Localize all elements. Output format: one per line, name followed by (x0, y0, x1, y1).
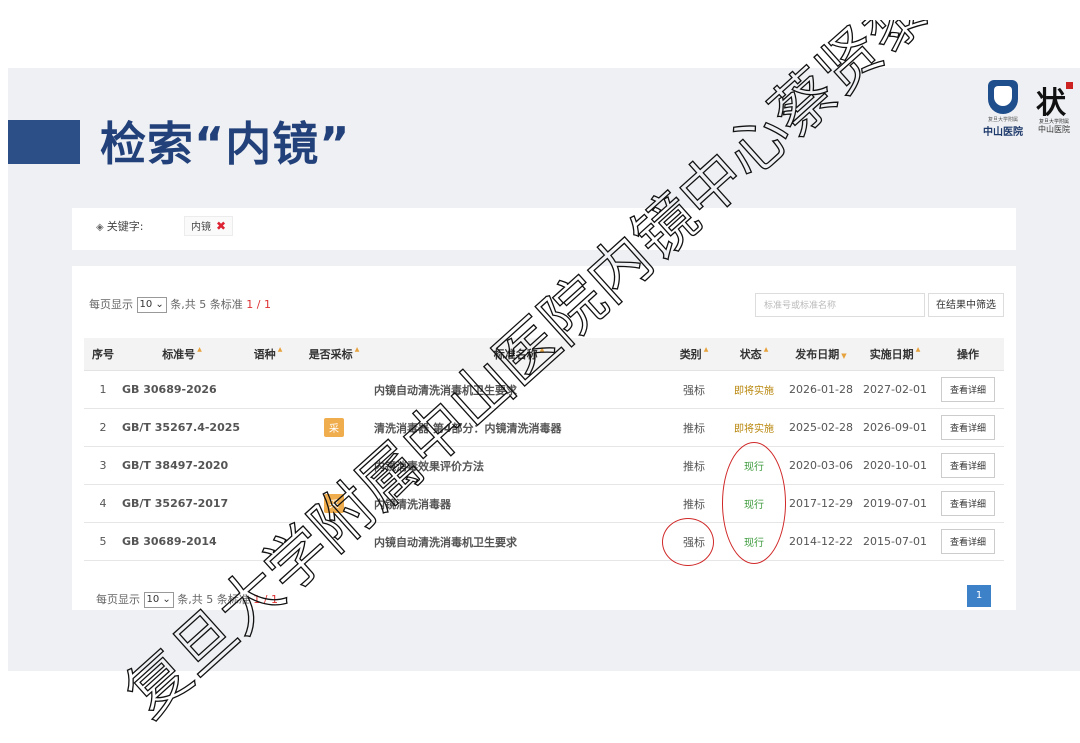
standard-code-link[interactable]: GB 30689-2014 (122, 522, 242, 561)
close-icon[interactable]: ✖ (216, 219, 226, 233)
slide-title: 检索“内镜” (100, 117, 351, 171)
standard-code-link[interactable]: GB 30689-2026 (122, 370, 242, 409)
title-accent-bar (8, 120, 80, 164)
filter-button[interactable]: 在结果中筛选 (928, 293, 1004, 317)
pager-bottom: 每页显示 10 ⌄ 条,共 5 条标准 1 / 1 (96, 592, 278, 608)
header-lang[interactable]: 语种 (242, 338, 294, 371)
standard-code-link[interactable]: GB/T 38497-2020 (122, 446, 242, 485)
keyword-panel: ◈ 关键字: 内镜 ✖ (72, 208, 1016, 250)
table-row: 3 GB/T 38497-2020 内镜消毒效果评价方法 推标 现行 2020-… (84, 446, 1004, 485)
header-publish-date[interactable]: 发布日期 (784, 338, 858, 371)
view-detail-button[interactable]: 查看详细 (940, 453, 995, 478)
keyword-tag: 内镜 ✖ (184, 216, 234, 236)
search-input[interactable]: 标准号或标准名称 (755, 293, 925, 317)
standard-code-link[interactable]: GB/T 35267.4-2025 (122, 408, 242, 447)
table-row: 2 GB/T 35267.4-2025 采 清洗消毒器 第4部分：内镜清洗消毒器… (84, 408, 1004, 447)
results-panel: 每页显示 10 ⌄ 条,共 5 条标准 1 / 1 标准号或标准名称 在结果中筛… (72, 266, 1016, 610)
page-info: 1 / 1 (253, 593, 278, 606)
header-adopt[interactable]: 是否采标 (294, 338, 374, 371)
page-1-button[interactable]: 1 (967, 585, 991, 607)
calligraphy-icon: 状 (1036, 86, 1066, 121)
header-no: 序号 (84, 338, 122, 371)
page-info: 1 / 1 (246, 298, 271, 311)
standard-name: 内镜消毒效果评价方法 (374, 446, 664, 485)
category-cell: 推标 (664, 408, 724, 447)
pager-top: 每页显示 10 ⌄ 条,共 5 条标准 1 / 1 (89, 297, 271, 313)
status-badge: 即将实施 (734, 386, 774, 397)
diamond-icon: ◈ (96, 222, 104, 233)
adopt-badge: 采 (324, 494, 344, 513)
standard-name: 内镜清洗消毒器 (374, 484, 664, 523)
category-cell: 推标 (664, 446, 724, 485)
page-size-select[interactable]: 10 ⌄ (143, 592, 174, 608)
standards-table: 序号 标准号 语种 是否采标 标准名称 类别 状态 发布日期 实施日期 操作 1… (84, 338, 1004, 561)
standard-name: 内镜自动清洗消毒机卫生要求 (374, 522, 664, 561)
annotation-circle-status (722, 442, 786, 564)
view-detail-button[interactable]: 查看详细 (940, 529, 995, 554)
seal-icon (1066, 82, 1073, 89)
standard-name: 清洗消毒器 第4部分：内镜清洗消毒器 (374, 408, 664, 447)
table-row: 4 GB/T 35267-2017 采 内镜清洗消毒器 推标 现行 2017-1… (84, 484, 1004, 523)
hospital-logo: 复旦大学附属 中山医院 (980, 80, 1026, 140)
calligraphy-logo: 状 复旦大学附属 中山医院 (1032, 78, 1076, 140)
table-header-row: 序号 标准号 语种 是否采标 标准名称 类别 状态 发布日期 实施日期 操作 (84, 338, 1004, 371)
status-badge: 即将实施 (734, 424, 774, 435)
view-detail-button[interactable]: 查看详细 (940, 415, 995, 440)
annotation-circle-category (662, 518, 714, 566)
header-name[interactable]: 标准名称 (374, 338, 664, 371)
page-size-select[interactable]: 10 ⌄ (136, 297, 167, 313)
table-row: 1 GB 30689-2026 内镜自动清洗消毒机卫生要求 强标 即将实施 20… (84, 370, 1004, 409)
header-implement-date[interactable]: 实施日期 (858, 338, 932, 371)
header-status[interactable]: 状态 (724, 338, 784, 371)
header-code[interactable]: 标准号 (122, 338, 242, 371)
view-detail-button[interactable]: 查看详细 (940, 491, 995, 516)
keyword-label: ◈ 关键字: (96, 220, 144, 233)
table-row: 5 GB 30689-2014 内镜自动清洗消毒机卫生要求 强标 现行 2014… (84, 522, 1004, 561)
header-category[interactable]: 类别 (664, 338, 724, 371)
category-cell: 推标 (664, 484, 724, 523)
adopt-badge: 采 (324, 418, 344, 437)
standard-name: 内镜自动清洗消毒机卫生要求 (374, 370, 664, 409)
standard-code-link[interactable]: GB/T 35267-2017 (122, 484, 242, 523)
view-detail-button[interactable]: 查看详细 (940, 377, 995, 402)
category-cell: 强标 (664, 370, 724, 409)
header-action: 操作 (932, 338, 1004, 371)
